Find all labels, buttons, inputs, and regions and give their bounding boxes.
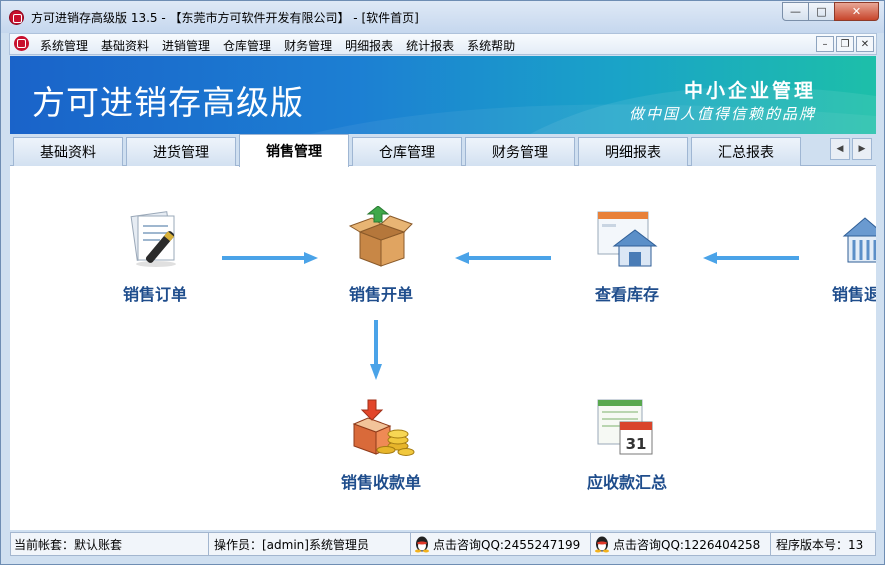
sales-receipt-node[interactable]: 销售收款单 bbox=[316, 394, 446, 493]
tab-sales[interactable]: 销售管理 bbox=[239, 134, 349, 167]
app-logo-icon bbox=[9, 10, 24, 25]
tab-warehouse[interactable]: 仓库管理 bbox=[352, 137, 462, 166]
sales-invoice-node[interactable]: 销售开单 bbox=[316, 205, 446, 305]
arrow-left-icon bbox=[455, 252, 551, 264]
arrow-right-icon bbox=[222, 252, 318, 264]
status-qq1-text: 点击咨询QQ:2455247199 bbox=[433, 537, 581, 552]
mdi-close-button[interactable]: ✕ bbox=[856, 36, 874, 52]
banner: 方可进销存高级版 中小企业管理 做中国人值得信赖的品牌 bbox=[10, 56, 876, 134]
mdi-controls: – ❐ ✕ bbox=[814, 36, 874, 52]
menu-app-icon[interactable] bbox=[14, 36, 29, 51]
tab-detail-reports[interactable]: 明细报表 bbox=[578, 137, 688, 166]
sales-flow-panel: 销售订单 销售开单 查看库存 销售退 销售收款单 31 应收款汇总 bbox=[10, 166, 876, 530]
menu-items: 系统管理 基础资料 进销管理 仓库管理 财务管理 明细报表 统计报表 系统帮助 bbox=[40, 37, 528, 54]
status-operator: 操作员：[admin]系统管理员 bbox=[211, 533, 411, 555]
coins-box-icon bbox=[352, 399, 415, 456]
sales-receipt-label: 销售收款单 bbox=[340, 473, 421, 492]
tab-scroll-left-button[interactable]: ◀ bbox=[830, 138, 850, 160]
minimize-button[interactable]: — bbox=[782, 2, 809, 21]
tab-summary-reports[interactable]: 汇总报表 bbox=[691, 137, 801, 166]
receivables-summary-label: 应收款汇总 bbox=[586, 473, 667, 492]
tab-purchase[interactable]: 进货管理 bbox=[126, 137, 236, 166]
close-button[interactable]: ✕ bbox=[834, 2, 879, 21]
sales-invoice-label: 销售开单 bbox=[348, 285, 413, 304]
tab-scroll-right-button[interactable]: ▶ bbox=[852, 138, 872, 160]
tab-finance[interactable]: 财务管理 bbox=[465, 137, 575, 166]
menu-help[interactable]: 系统帮助 bbox=[467, 37, 515, 54]
arrow-left-icon bbox=[703, 252, 799, 264]
receivables-summary-node[interactable]: 31 应收款汇总 bbox=[562, 394, 692, 493]
warehouse-icon bbox=[597, 211, 658, 267]
calendar-report-icon: 31 bbox=[597, 399, 653, 455]
banner-tagline: 做中国人值得信赖的品牌 bbox=[628, 105, 816, 123]
svg-text:31: 31 bbox=[626, 435, 647, 453]
mdi-minimize-button[interactable]: – bbox=[816, 36, 834, 52]
sales-return-label: 销售退 bbox=[832, 285, 876, 304]
tab-scroller: ◀ ▶ bbox=[828, 138, 872, 160]
mdi-restore-button[interactable]: ❐ bbox=[836, 36, 854, 52]
status-bar: 当前帐套：默认账套 操作员：[admin]系统管理员 点击咨询QQ:245524… bbox=[10, 532, 876, 556]
window-title: 方可进销存高级版 13.5 - 【东莞市方可软件开发有限公司】 - [软件首页] bbox=[31, 11, 419, 25]
sales-order-node[interactable]: 销售订单 bbox=[90, 206, 220, 305]
qq-penguin-icon bbox=[415, 536, 429, 553]
menu-warehouse[interactable]: 仓库管理 bbox=[223, 37, 271, 54]
status-version: 程序版本号：13 bbox=[776, 537, 864, 552]
menu-stat-reports[interactable]: 统计报表 bbox=[406, 37, 454, 54]
menu-finance[interactable]: 财务管理 bbox=[284, 37, 332, 54]
return-house-icon bbox=[842, 217, 876, 263]
sales-return-node[interactable]: 销售退 bbox=[800, 206, 876, 305]
banner-title: 方可进销存高级版 bbox=[32, 83, 304, 122]
view-stock-node[interactable]: 查看库存 bbox=[562, 206, 692, 305]
status-qq1[interactable]: 点击咨询QQ:2455247199 bbox=[411, 533, 591, 555]
menu-detail-reports[interactable]: 明细报表 bbox=[345, 37, 393, 54]
app-window: 方可进销存高级版 13.5 - 【东莞市方可软件开发有限公司】 - [软件首页]… bbox=[0, 0, 885, 565]
menu-bar: 系统管理 基础资料 进销管理 仓库管理 财务管理 明细报表 统计报表 系统帮助 … bbox=[9, 33, 877, 55]
status-qq2-text: 点击咨询QQ:1226404258 bbox=[613, 537, 761, 552]
menu-purchase-sales[interactable]: 进销管理 bbox=[162, 37, 210, 54]
qq-penguin-icon bbox=[595, 536, 609, 553]
window-controls: — □ ✕ bbox=[782, 2, 879, 21]
open-box-icon bbox=[348, 205, 413, 267]
document-pen-icon bbox=[130, 211, 176, 267]
status-account: 当前帐套：默认账套 bbox=[11, 533, 209, 555]
menu-basic-data[interactable]: 基础资料 bbox=[101, 37, 149, 54]
module-tabs: 基础资料 进货管理 销售管理 仓库管理 财务管理 明细报表 汇总报表 ◀ ▶ bbox=[10, 134, 876, 167]
tab-basic-data[interactable]: 基础资料 bbox=[13, 137, 123, 166]
maximize-button[interactable]: □ bbox=[808, 2, 835, 21]
sales-order-label: 销售订单 bbox=[122, 285, 187, 304]
arrow-down-icon bbox=[370, 320, 382, 380]
view-stock-label: 查看库存 bbox=[594, 285, 659, 304]
status-qq2[interactable]: 点击咨询QQ:1226404258 bbox=[591, 533, 771, 555]
banner-slogan: 中小企业管理 bbox=[683, 80, 816, 102]
menu-system[interactable]: 系统管理 bbox=[40, 37, 88, 54]
title-bar[interactable]: 方可进销存高级版 13.5 - 【东莞市方可软件开发有限公司】 - [软件首页]… bbox=[1, 1, 884, 33]
